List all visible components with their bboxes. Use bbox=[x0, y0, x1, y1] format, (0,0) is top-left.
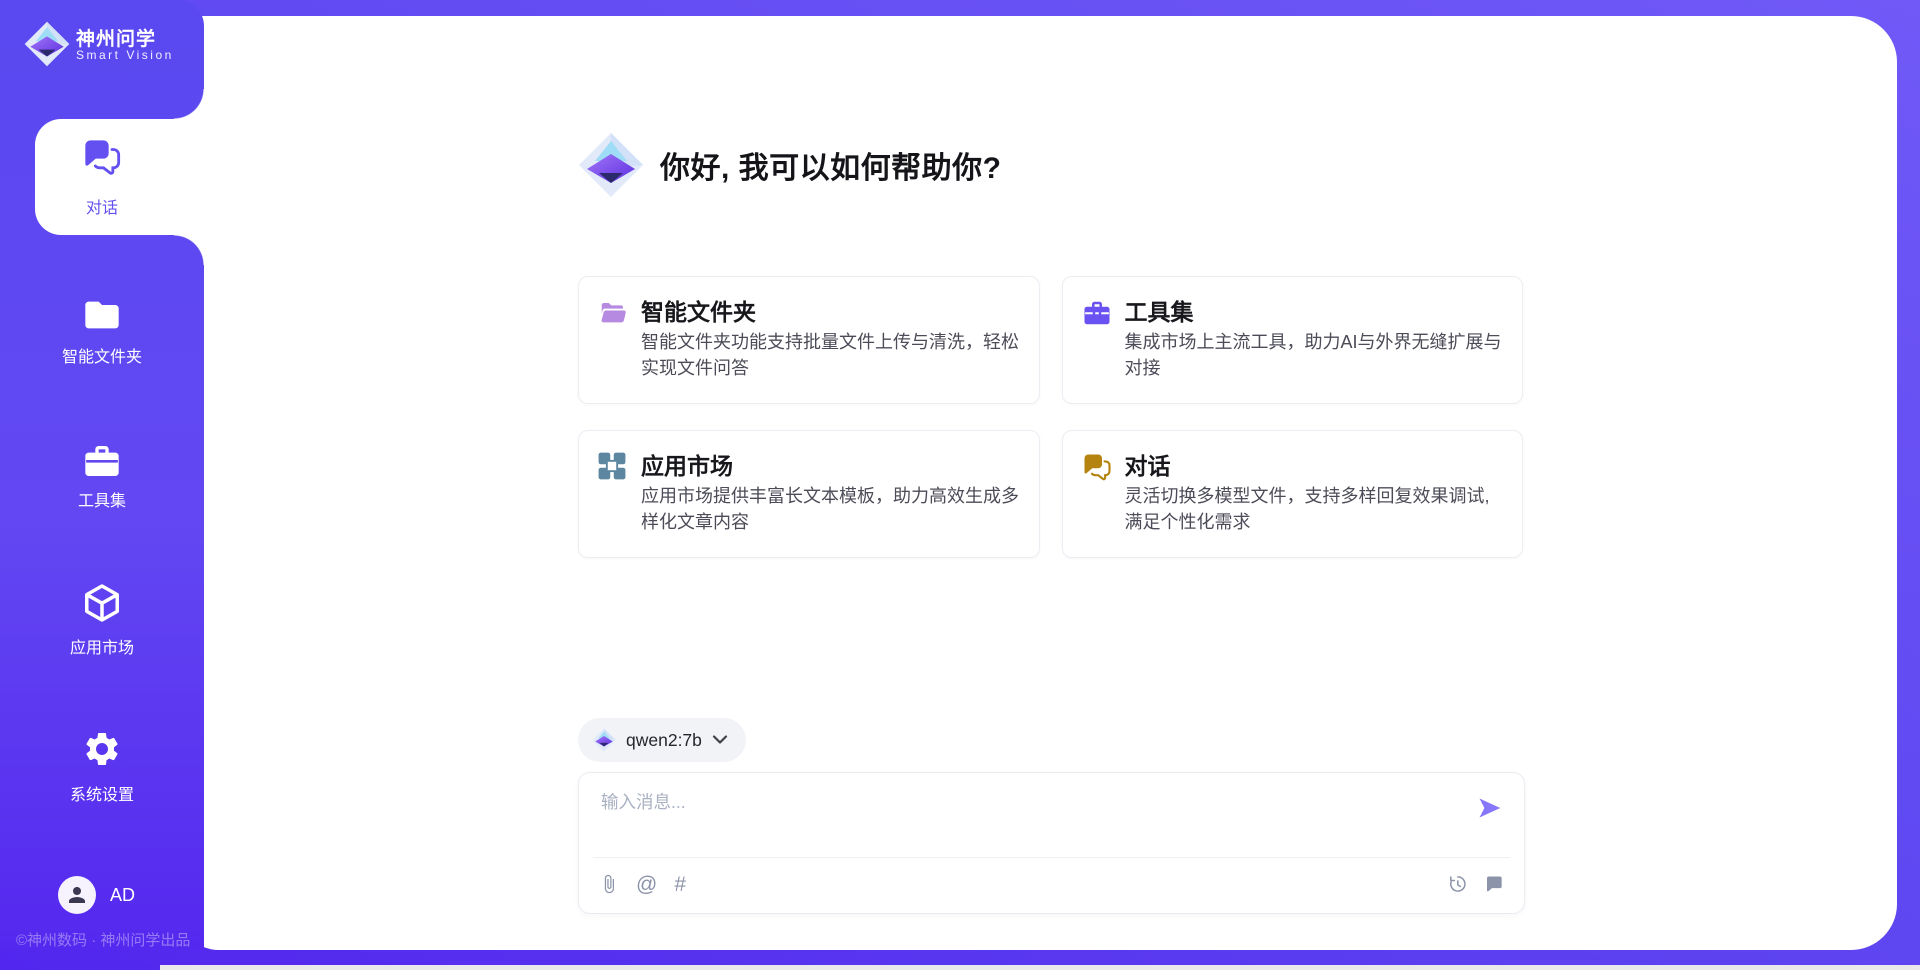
card-title: 对话 bbox=[1125, 447, 1171, 481]
chevron-down-icon bbox=[712, 734, 728, 746]
card-description: 集成市场上主流工具，助力AI与外界无缝扩展与对接 bbox=[1125, 329, 1507, 381]
greeting-text: 你好, 我可以如何帮助你? bbox=[660, 143, 1002, 187]
sidebar-item-settings[interactable] bbox=[0, 729, 204, 774]
send-button[interactable] bbox=[1476, 795, 1504, 823]
card-title: 应用市场 bbox=[641, 447, 733, 481]
greeting-block: 你好, 我可以如何帮助你? bbox=[578, 132, 1002, 198]
brand-tagline: Smart Vision bbox=[76, 48, 174, 62]
chat-bubbles-icon bbox=[82, 137, 122, 177]
app-window: 神州问学 Smart Vision 对话 智能文件夹 工具集 应用市场 系统设置… bbox=[0, 0, 1920, 970]
card-toolset[interactable]: 工具集 集成市场上主流工具，助力AI与外界无缝扩展与对接 bbox=[1062, 276, 1524, 404]
user-initials: AD bbox=[110, 885, 135, 906]
greeting-diamond-logo-icon bbox=[578, 132, 644, 198]
model-selector[interactable]: qwen2:7b bbox=[578, 718, 746, 762]
composer-left-tools: @ # bbox=[599, 869, 686, 899]
tab-curve-top bbox=[174, 89, 204, 119]
card-app-market[interactable]: 应用市场 应用市场提供丰富长文本模板，助力高效生成多样化文章内容 bbox=[578, 430, 1040, 558]
sidebar-item-smart-folders[interactable] bbox=[0, 295, 204, 340]
tab-curve-bottom bbox=[174, 235, 204, 265]
hashtag-icon[interactable]: # bbox=[674, 874, 686, 895]
sidebar-item-toolset[interactable] bbox=[0, 441, 204, 486]
sidebar-item-toolset-label: 工具集 bbox=[0, 487, 204, 511]
sidebar-item-chat[interactable] bbox=[0, 137, 204, 182]
sidebar-item-smart-folders-label: 智能文件夹 bbox=[0, 343, 204, 367]
card-smart-folders[interactable]: 智能文件夹 智能文件夹功能支持批量文件上传与清洗，轻松实现文件问答 bbox=[578, 276, 1040, 404]
card-description: 应用市场提供丰富长文本模板，助力高效生成多样化文章内容 bbox=[641, 483, 1023, 535]
sidebar-item-settings-label: 系统设置 bbox=[0, 781, 204, 805]
model-name: qwen2:7b bbox=[626, 730, 702, 751]
model-diamond-logo-icon bbox=[592, 728, 616, 752]
sidebar-item-chat-label: 对话 bbox=[0, 194, 204, 218]
sidebar-footer: ©神州数码 · 神州问学出品 bbox=[16, 929, 190, 950]
apps-grid-icon bbox=[598, 452, 626, 480]
feature-cards: 智能文件夹 智能文件夹功能支持批量文件上传与清洗，轻松实现文件问答 工具集 集成… bbox=[578, 276, 1523, 558]
card-description: 灵活切换多模型文件，支持多样回复效果调试,满足个性化需求 bbox=[1125, 483, 1507, 535]
toolbox-icon bbox=[82, 441, 122, 481]
toolbox-icon bbox=[1082, 298, 1112, 328]
history-icon[interactable] bbox=[1447, 874, 1467, 894]
composer-divider bbox=[593, 857, 1510, 858]
chat-bubble-icon[interactable] bbox=[1484, 874, 1504, 894]
card-title: 智能文件夹 bbox=[641, 293, 756, 327]
card-chat[interactable]: 对话 灵活切换多模型文件，支持多样回复效果调试,满足个性化需求 bbox=[1062, 430, 1524, 558]
avatar[interactable] bbox=[58, 876, 96, 914]
attachment-icon[interactable] bbox=[599, 874, 619, 894]
brand-name: 神州问学 bbox=[76, 24, 156, 51]
cube-icon bbox=[81, 582, 123, 624]
folder-open-icon bbox=[598, 298, 628, 328]
composer-right-tools bbox=[1447, 869, 1504, 899]
mention-icon[interactable]: @ bbox=[636, 874, 657, 895]
send-icon bbox=[1477, 795, 1503, 821]
folder-icon bbox=[82, 295, 122, 335]
sidebar-item-app-market-label: 应用市场 bbox=[0, 634, 204, 658]
sidebar-item-app-market[interactable] bbox=[0, 582, 204, 629]
card-description: 智能文件夹功能支持批量文件上传与清洗，轻松实现文件问答 bbox=[641, 329, 1023, 381]
message-input[interactable] bbox=[599, 787, 1453, 853]
brand-diamond-logo-icon bbox=[24, 21, 70, 67]
gear-icon bbox=[82, 729, 122, 769]
horizontal-scrollbar[interactable] bbox=[160, 965, 1920, 970]
person-icon bbox=[65, 883, 89, 907]
message-composer: @ # bbox=[578, 772, 1525, 914]
chat-bubbles-icon bbox=[1082, 452, 1112, 482]
card-title: 工具集 bbox=[1125, 293, 1194, 327]
